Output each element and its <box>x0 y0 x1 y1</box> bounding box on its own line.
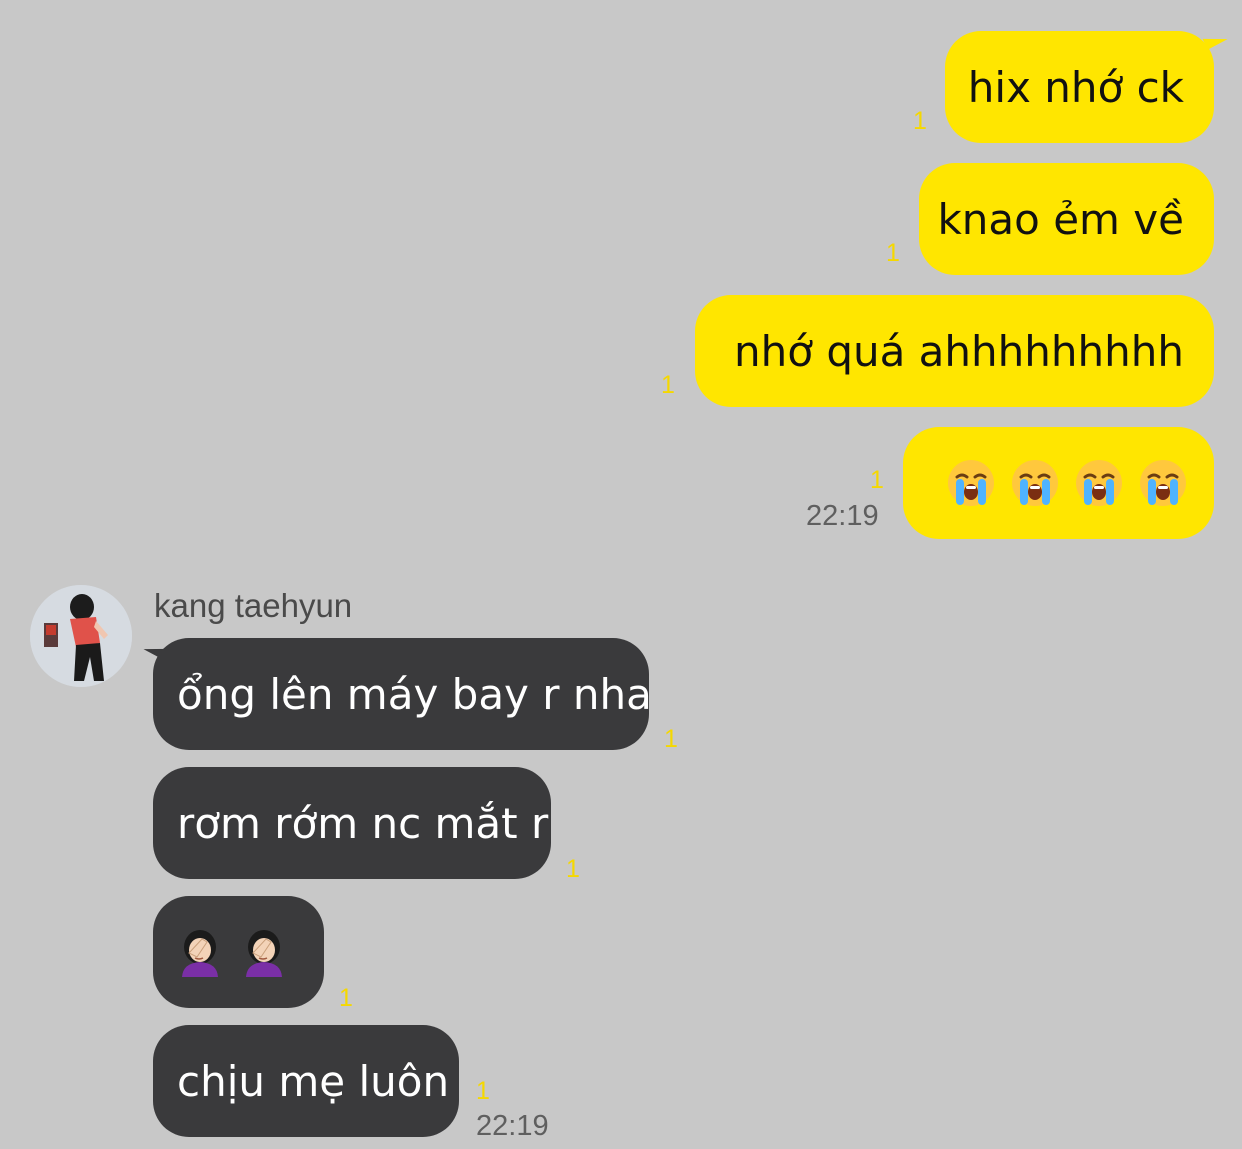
outgoing-message[interactable]: knao ẻm về <box>919 163 1214 275</box>
emoji-row <box>946 458 1188 508</box>
message-text: nhớ quá ahhhhhhhhh <box>734 326 1184 376</box>
incoming-message[interactable]: rơm rớm nc mắt r <box>153 767 551 879</box>
unread-count: 1 <box>886 239 900 267</box>
message-text: rơm rớm nc mắt r <box>177 798 549 848</box>
loudly-crying-face-icon <box>948 460 994 506</box>
message-timestamp: 22:19 <box>476 1110 549 1142</box>
unread-count: 1 <box>664 725 678 753</box>
loudly-crying-face-icon <box>1140 460 1186 506</box>
message-text: knao ẻm về <box>937 194 1184 244</box>
avatar-photo-icon <box>30 585 132 687</box>
unread-count: 1 <box>566 855 580 883</box>
unread-count: 1 <box>476 1077 490 1105</box>
outgoing-message[interactable]: hix nhớ ck <box>945 31 1214 143</box>
message-text: hix nhớ ck <box>967 62 1184 112</box>
incoming-emoji-message[interactable] <box>153 896 324 1008</box>
loudly-crying-face-icon <box>1012 460 1058 506</box>
loudly-crying-face-icon <box>1076 460 1122 506</box>
outgoing-emoji-message[interactable] <box>903 427 1214 539</box>
unread-count: 1 <box>339 984 353 1012</box>
incoming-message[interactable]: chịu mẹ luôn <box>153 1025 459 1137</box>
message-text: ổng lên máy bay r nha <box>177 669 652 719</box>
avatar[interactable] <box>30 585 132 687</box>
woman-facepalming-icon <box>246 930 282 977</box>
unread-count: 1 <box>913 107 927 135</box>
woman-facepalming-icon <box>182 930 218 977</box>
emoji-row <box>175 927 289 977</box>
incoming-message[interactable]: ổng lên máy bay r nha <box>153 638 652 750</box>
outgoing-message[interactable]: nhớ quá ahhhhhhhhh <box>695 295 1214 407</box>
message-text: chịu mẹ luôn <box>177 1056 450 1106</box>
unread-count: 1 <box>661 371 675 399</box>
sender-name: kang taehyun <box>154 587 353 624</box>
unread-count: 1 <box>870 466 884 494</box>
message-timestamp: 22:19 <box>806 500 879 532</box>
